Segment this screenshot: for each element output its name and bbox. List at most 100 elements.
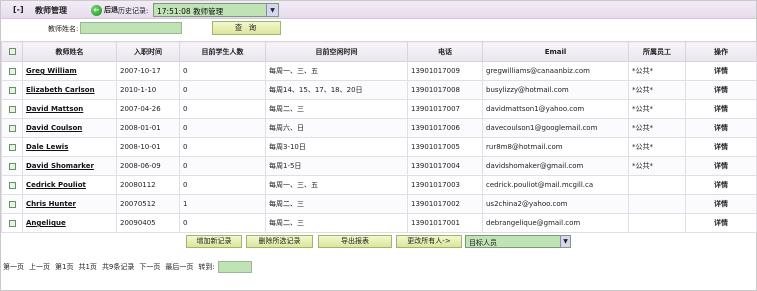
action-bar: 增加新记录 删除所选记录 导出报表 更改所有人-> 目标人员 ▼ (0, 235, 757, 249)
email-cell: gregwilliams@canaanbiz.com (482, 61, 629, 81)
table-row: David Shomarker 2008-06-09 0 每周1-5日 1390… (1, 156, 757, 176)
column-header-name[interactable]: 教师姓名 (22, 41, 117, 62)
phone-cell: 13901017002 (407, 194, 483, 214)
hire-date-cell: 2010-1-10 (116, 80, 180, 100)
back-label: 后退 (104, 6, 118, 14)
first-page-link[interactable]: 第一页 (3, 262, 24, 272)
free-time-cell: 每周六、日 (265, 118, 408, 138)
name-cell: Greg William (22, 61, 117, 81)
teacher-name-link[interactable]: Dale Lewis (26, 143, 68, 151)
row-checkbox[interactable] (8, 181, 16, 189)
row-checkbox[interactable] (8, 219, 16, 227)
details-link[interactable]: 详情 (685, 194, 757, 214)
students-cell: 0 (179, 61, 266, 81)
staff-cell: *公共* (628, 80, 686, 100)
hire-date-cell: 2008-10-01 (116, 137, 180, 157)
next-page-link[interactable]: 下一页 (139, 262, 160, 272)
column-header-hire-date[interactable]: 入职时间 (116, 41, 180, 62)
prev-page-link[interactable]: 上一页 (29, 262, 50, 272)
column-header-students[interactable]: 目前学生人数 (179, 41, 266, 62)
total-pages: 共1页 (78, 263, 97, 271)
search-button[interactable]: 查 询 (212, 21, 281, 35)
students-cell: 0 (179, 175, 266, 195)
phone-cell: 13901017001 (407, 213, 483, 233)
phone-cell: 13901017004 (407, 156, 483, 176)
email-cell: busylizzy@hotmail.com (482, 80, 629, 100)
hire-date-cell: 20070512 (116, 194, 180, 214)
history-select[interactable]: 17:51:08 教师管理 ▼ (153, 3, 279, 17)
name-cell: Chris Hunter (22, 194, 117, 214)
row-checkbox[interactable] (8, 200, 16, 208)
staff-cell: *公共* (628, 61, 686, 81)
column-header-email[interactable]: Email (482, 41, 629, 62)
add-record-button[interactable]: 增加新记录 (186, 235, 242, 248)
teacher-name-link[interactable]: Angelique (26, 219, 66, 227)
teacher-name-link[interactable]: Elizabeth Carlson (26, 86, 95, 94)
email-cell: cedrick.pouliot@mail.mcgill.ca (482, 175, 629, 195)
last-page-link[interactable]: 最后一页 (165, 262, 193, 272)
free-time-cell: 每周二、三 (265, 99, 408, 119)
chevron-down-icon: ▼ (266, 4, 278, 16)
export-report-button[interactable]: 导出报表 (318, 235, 392, 248)
details-link[interactable]: 详情 (685, 118, 757, 138)
free-time-cell: 每周3-10日 (265, 137, 408, 157)
teacher-name-input[interactable] (80, 22, 182, 34)
teacher-name-link[interactable]: Cedrick Pouliot (26, 181, 86, 189)
delete-selected-button[interactable]: 删除所选记录 (246, 235, 313, 248)
email-cell: davecoulson1@googlemail.com (482, 118, 629, 138)
select-all-checkbox[interactable] (8, 48, 16, 55)
goto-page-input[interactable] (217, 261, 252, 273)
free-time-cell: 每周14、15、17、18、20日 (265, 80, 408, 100)
details-link[interactable]: 详情 (685, 80, 757, 100)
column-header-staff[interactable]: 所属员工 (628, 41, 686, 62)
teacher-name-link[interactable]: David Mattson (26, 105, 83, 113)
email-cell: debrangelique@gmail.com (482, 213, 629, 233)
change-all-owner-button[interactable]: 更改所有人-> (396, 235, 462, 248)
teacher-name-link[interactable]: Greg William (26, 67, 77, 75)
details-link[interactable]: 详情 (685, 99, 757, 119)
table-row: Cedrick Pouliot 20080112 0 每周一、三、五 13901… (1, 175, 757, 195)
row-checkbox[interactable] (8, 124, 16, 132)
teacher-table: 教师姓名 入职时间 目前学生人数 目前空闲时间 电话 Email 所属员工 操作… (1, 41, 757, 233)
teacher-name-label: 教师姓名: (48, 25, 79, 33)
details-link[interactable]: 详情 (685, 213, 757, 233)
hire-date-cell: 2008-01-01 (116, 118, 180, 138)
row-checkbox-cell (1, 213, 23, 233)
hire-date-cell: 2007-10-17 (116, 61, 180, 81)
teacher-name-link[interactable]: David Coulson (26, 124, 82, 132)
details-link[interactable]: 详情 (685, 175, 757, 195)
history-label: 历史记录: (118, 7, 149, 15)
staff-cell: *公共* (628, 118, 686, 138)
name-cell: Dale Lewis (22, 137, 117, 157)
staff-cell (628, 175, 686, 195)
row-checkbox[interactable] (8, 86, 16, 94)
back-arrow-icon: ← (91, 4, 102, 16)
row-checkbox-cell (1, 156, 23, 176)
row-checkbox[interactable] (8, 105, 16, 113)
back-button[interactable]: ← 后退 (91, 4, 118, 16)
name-cell: David Mattson (22, 99, 117, 119)
students-cell: 0 (179, 80, 266, 100)
details-link[interactable]: 详情 (685, 137, 757, 157)
staff-cell (628, 213, 686, 233)
column-header-free-time[interactable]: 目前空闲时间 (265, 41, 408, 62)
row-checkbox-cell (1, 80, 23, 100)
column-header-phone[interactable]: 电话 (407, 41, 483, 62)
table-row: Angelique 20090405 0 每周二、三 13901017001 d… (1, 213, 757, 233)
row-checkbox[interactable] (8, 143, 16, 151)
hire-date-cell: 2008-06-09 (116, 156, 180, 176)
teacher-name-link[interactable]: Chris Hunter (26, 200, 76, 208)
table-row: Dale Lewis 2008-10-01 0 每周3-10日 13901017… (1, 137, 757, 157)
details-link[interactable]: 详情 (685, 61, 757, 81)
row-checkbox[interactable] (8, 67, 16, 75)
phone-cell: 13901017006 (407, 118, 483, 138)
details-link[interactable]: 详情 (685, 156, 757, 176)
teacher-name-link[interactable]: David Shomarker (26, 162, 94, 170)
collapse-toggle[interactable]: [-] (13, 5, 24, 14)
row-checkbox-cell (1, 99, 23, 119)
row-checkbox[interactable] (8, 162, 16, 170)
phone-cell: 13901017005 (407, 137, 483, 157)
select-all-checkbox-cell (1, 41, 23, 62)
target-person-select[interactable]: 目标人员 ▼ (465, 235, 571, 248)
total-records: 共9条记录 (101, 263, 135, 271)
